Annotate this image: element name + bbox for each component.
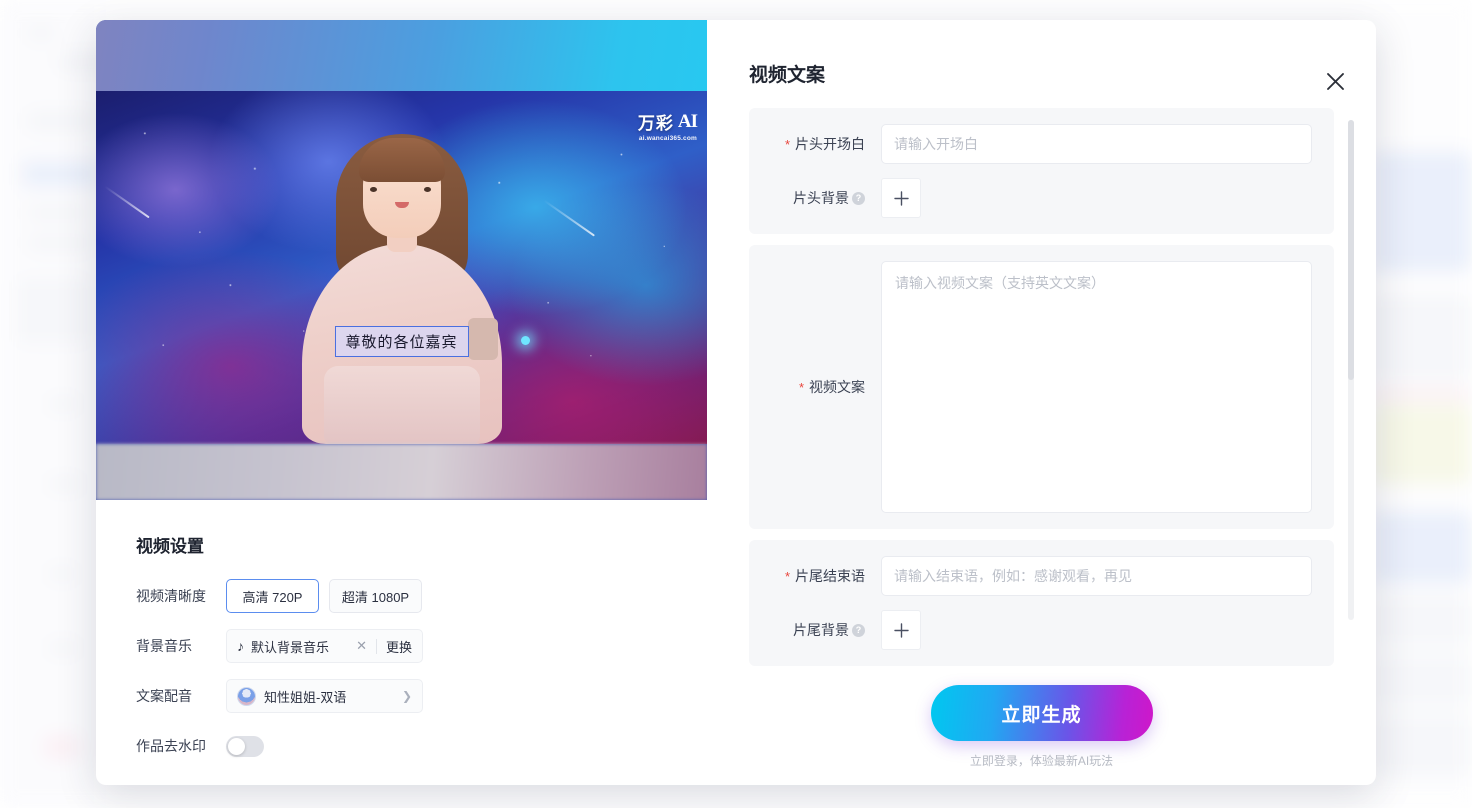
question-icon[interactable]: ? [852, 623, 865, 637]
voice-control[interactable]: 知性姐姐-双语 ❯ [226, 679, 423, 713]
resolution-row: 视频清晰度 高清 720P 超清 1080P [136, 579, 707, 613]
watermark-brand: 万彩 [637, 114, 674, 133]
background-decor [28, 112, 98, 130]
background-decor [48, 568, 76, 580]
watermark-url: ai.wancai365.com [638, 135, 697, 142]
opening-label: 片头开场白 [795, 136, 865, 152]
required-marker: * [798, 379, 804, 395]
login-hint[interactable]: 立即登录，体验最新AI玩法 [970, 752, 1113, 769]
background-decor [28, 236, 94, 250]
background-decor [18, 280, 90, 342]
voice-value: 知性姐姐-双语 [264, 689, 347, 705]
avatar-bag [467, 318, 498, 360]
opening-row: * 片头开场白 请输入开场白 [771, 124, 1312, 164]
resolution-label: 视频清晰度 [136, 588, 206, 604]
video-settings-section: 视频设置 视频清晰度 高清 720P 超清 1080P 背景音乐 ♪ 默认背景音… [96, 500, 707, 785]
music-label: 背景音乐 [136, 638, 192, 654]
music-clear-icon[interactable]: ✕ [356, 638, 367, 654]
watermark-toggle-label: 作品去水印 [136, 738, 206, 754]
script-row: * 视频文案 请输入视频文案（支持英文文案） [771, 261, 1312, 513]
video-generation-modal: 万彩 AI ai.wancai365.com 尊敬的各位嘉宾 视频设置 视频清晰… [96, 20, 1376, 785]
avatar-figure [272, 114, 532, 444]
music-control[interactable]: ♪ 默认背景音乐 ✕ 更换 [226, 629, 423, 663]
chevron-right-icon: ❯ [401, 689, 412, 703]
opening-bg-row: 片头背景 ? [771, 178, 1312, 218]
required-marker: * [784, 136, 790, 152]
background-decor [48, 478, 82, 490]
voice-row: 文案配音 知性姐姐-双语 ❯ [136, 679, 707, 713]
music-row: 背景音乐 ♪ 默认背景音乐 ✕ 更换 [136, 629, 707, 663]
background-decor [1372, 404, 1472, 484]
opening-input[interactable]: 请输入开场白 [881, 124, 1312, 164]
resolution-option-1080p[interactable]: 超清 1080P [329, 579, 422, 613]
watermark-ai-logo: AI [677, 110, 698, 132]
opening-label-wrap: * 片头开场白 [771, 124, 881, 164]
opening-bg-label-wrap: 片头背景 ? [771, 178, 881, 218]
ending-group: * 片尾结束语 请输入结束语，例如：感谢观看，再见 片尾背景 ? [749, 540, 1334, 666]
background-decor [1372, 512, 1472, 584]
ending-bg-label: 片尾背景 [793, 622, 849, 638]
script-label: 视频文案 [809, 379, 865, 395]
toggle-knob [228, 737, 245, 755]
left-column: 万彩 AI ai.wancai365.com 尊敬的各位嘉宾 视频设置 视频清晰… [96, 20, 707, 785]
ending-row: * 片尾结束语 请输入结束语，例如：感谢观看，再见 [771, 556, 1312, 596]
watermark: 万彩 AI ai.wancai365.com [637, 109, 698, 143]
preview-top-band [96, 20, 707, 91]
watermark-row: 作品去水印 [136, 729, 707, 763]
ending-label-wrap: * 片尾结束语 [771, 556, 881, 596]
opening-bg-label: 片头背景 [793, 190, 849, 206]
avatar-skirt [323, 366, 480, 444]
preview-bottom-band [96, 444, 707, 500]
script-label-wrap: * 视频文案 [771, 261, 881, 513]
ending-bg-row: 片尾背景 ? [771, 610, 1312, 650]
background-decor [48, 398, 78, 410]
music-change-button[interactable]: 更换 [386, 637, 412, 656]
background-decor [1378, 716, 1472, 776]
voice-label: 文案配音 [136, 688, 192, 704]
ending-input[interactable]: 请输入结束语，例如：感谢观看，再见 [881, 556, 1312, 596]
avatar-hair-front [358, 138, 445, 182]
question-icon[interactable]: ? [852, 191, 865, 205]
voice-avatar-icon [237, 686, 256, 706]
cta-section: 立即生成 立即登录，体验最新AI玩法 [749, 685, 1334, 769]
script-textarea[interactable]: 请输入视频文案（支持英文文案） [881, 261, 1312, 513]
preview-stage: 万彩 AI ai.wancai365.com [96, 91, 707, 444]
background-decor [44, 736, 80, 758]
background-decor [28, 26, 54, 40]
background-decor [1378, 596, 1472, 646]
generate-button[interactable]: 立即生成 [930, 685, 1153, 741]
music-value: 默认背景音乐 [251, 639, 330, 655]
ending-label: 片尾结束语 [795, 568, 865, 584]
scrollbar-thumb[interactable] [1348, 120, 1354, 380]
ending-bg-label-wrap: 片尾背景 ? [771, 610, 881, 650]
music-note-icon: ♪ [237, 638, 244, 654]
opening-bg-add-button[interactable] [881, 178, 921, 218]
preview-subtitle[interactable]: 尊敬的各位嘉宾 [334, 326, 469, 357]
avatar-eye [369, 187, 377, 192]
panel-scrollbar[interactable] [1348, 120, 1354, 620]
right-column: 视频文案 * 片头开场白 请输入开场白 片头背景 ? * 视频文案 请输入视频文… [707, 20, 1376, 785]
background-decor [1372, 388, 1472, 400]
avatar-eye [423, 187, 431, 192]
background-decor [1372, 296, 1472, 380]
background-decor [28, 206, 88, 220]
video-preview[interactable]: 万彩 AI ai.wancai365.com 尊敬的各位嘉宾 [96, 20, 707, 500]
background-decor [1378, 656, 1472, 706]
ending-bg-add-button[interactable] [881, 610, 921, 650]
resolution-option-720p[interactable]: 高清 720P [226, 579, 319, 613]
video-settings-title: 视频设置 [136, 537, 204, 556]
background-decor [22, 162, 100, 186]
background-decor [48, 642, 78, 654]
required-marker: * [784, 568, 790, 584]
divider [375, 638, 377, 654]
opening-group: * 片头开场白 请输入开场白 片头背景 ? [749, 108, 1334, 234]
watermark-toggle[interactable] [226, 735, 264, 757]
script-group: * 视频文案 请输入视频文案（支持英文文案） [749, 245, 1334, 529]
close-icon[interactable] [1322, 68, 1348, 94]
background-decor [1372, 152, 1472, 272]
panel-title: 视频文案 [749, 65, 826, 86]
resolution-options: 高清 720P 超清 1080P [226, 579, 422, 613]
